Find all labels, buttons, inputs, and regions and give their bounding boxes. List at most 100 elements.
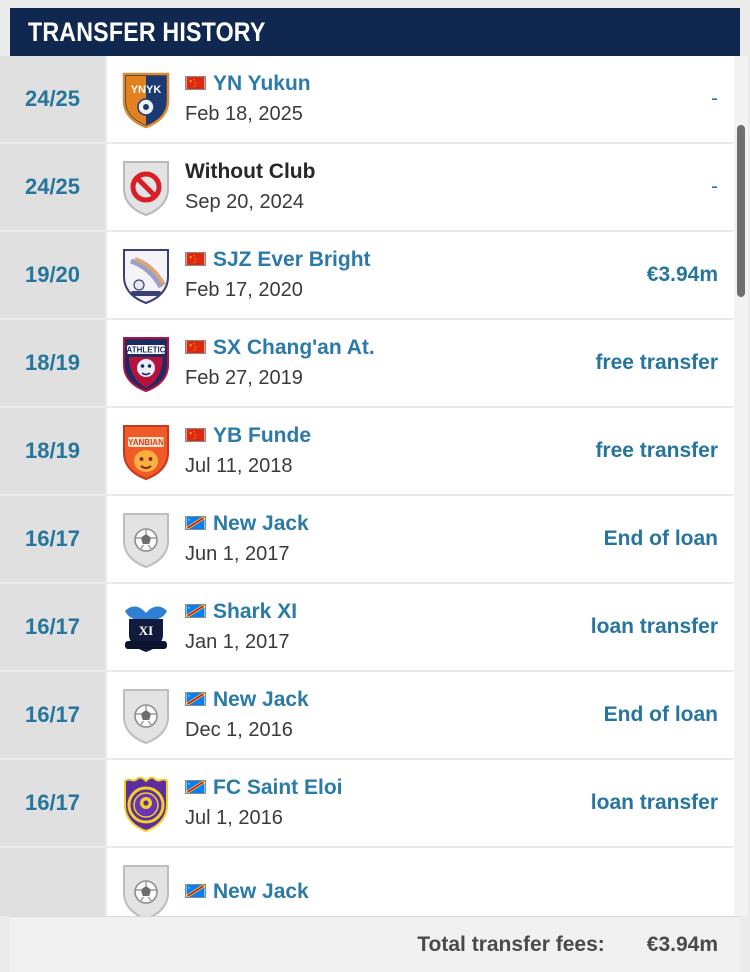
table-row[interactable]: ★ New Jack	[0, 848, 750, 916]
transfer-row-body: ★ New Jack Dec 1, 2016 End of loan	[107, 672, 740, 758]
scrollbar-thumb[interactable]	[737, 124, 745, 297]
club-line: ★ New Jack	[185, 513, 604, 534]
svg-text:YANBIAN: YANBIAN	[128, 438, 164, 447]
club-name-link[interactable]: New Jack	[213, 881, 309, 902]
svg-text:★: ★	[189, 78, 193, 83]
generic-ball-crest[interactable]	[107, 685, 185, 745]
club-line: ★ ★ ★ ★ ★ YN Yukun	[185, 73, 711, 94]
table-row[interactable]: 18/19 YANBIAN ★ ★ ★ ★ ★ YB Funde Jul 11, 2018 fre…	[0, 408, 750, 494]
transfer-fee: End of loan	[603, 703, 718, 726]
transfer-date: Feb 17, 2020	[185, 278, 303, 301]
svg-text:★: ★	[193, 261, 195, 264]
yn-yukun-crest[interactable]: YNYK	[107, 69, 185, 129]
flag-dr-congo-icon: ★	[185, 780, 206, 794]
season-cell: 16/17	[0, 760, 105, 846]
season-cell: 19/20	[0, 232, 105, 318]
table-row[interactable]: 16/17 ★ New Jack Dec 1, 2016 End of loan	[0, 672, 750, 758]
transfer-table: 24/25 YNYK ★ ★ ★ ★ ★ YN Yukun Feb 18, 2025-24/25…	[0, 56, 750, 916]
table-row[interactable]: 24/25 YNYK ★ ★ ★ ★ ★ YN Yukun Feb 18, 2025 -	[0, 56, 750, 142]
page-title: TRANSFER HISTORY	[28, 16, 266, 47]
svg-text:★: ★	[195, 83, 197, 86]
svg-text:★: ★	[195, 347, 197, 350]
season-cell: 16/17	[0, 672, 105, 758]
club-line: Without Club	[185, 161, 711, 182]
club-line: ★ ★ ★ ★ ★ SX Chang'an At.	[185, 337, 595, 358]
table-row[interactable]: 18/19 ATHLETIC ★ ★ ★ ★ ★ SX Chang'an At. Feb 27,…	[0, 320, 750, 406]
club-info: ★ ★ ★ ★ ★ YN Yukun Feb 18, 2025	[185, 73, 711, 126]
club-name-link: Without Club	[185, 159, 316, 183]
table-row[interactable]: 16/17 ★ New Jack Jun 1, 2017 End of loan	[0, 496, 750, 582]
transfer-row-body: ★ ★ ★ ★ ★ SJZ Ever Bright Feb 17, 2020 €3.94m	[107, 232, 740, 318]
svg-text:XI: XI	[139, 623, 153, 638]
svg-text:★: ★	[195, 257, 197, 260]
club-info: ★ ★ ★ ★ ★ SJZ Ever Bright Feb 17, 2020	[185, 249, 647, 302]
club-name-link[interactable]: SJZ Ever Bright	[213, 249, 371, 270]
club-line: ★ New Jack	[185, 881, 718, 902]
flag-china-icon: ★ ★ ★ ★ ★	[185, 428, 206, 442]
club-info: ★ FC Saint Eloi Jul 1, 2016	[185, 777, 591, 830]
transfer-row-body: YANBIAN ★ ★ ★ ★ ★ YB Funde Jul 11, 2018 free tra…	[107, 408, 740, 494]
svg-text:★: ★	[189, 430, 193, 435]
club-name-link[interactable]: New Jack	[213, 689, 309, 710]
club-name-link[interactable]: YB Funde	[213, 425, 311, 446]
generic-ball-crest[interactable]	[107, 861, 185, 916]
transfer-date: Sep 20, 2024	[185, 190, 304, 213]
transfer-date: Jul 1, 2016	[185, 806, 283, 829]
club-info: ★ New Jack Dec 1, 2016	[185, 689, 604, 742]
transfer-row-body: ★ New Jack	[107, 848, 740, 916]
svg-text:★: ★	[193, 431, 195, 434]
sjz-ever-bright-crest[interactable]	[107, 245, 185, 305]
svg-text:★: ★	[193, 79, 195, 82]
season-cell	[0, 848, 105, 916]
flag-dr-congo-icon: ★	[185, 604, 206, 618]
transfer-fee: free transfer	[595, 439, 718, 462]
club-name-link[interactable]: New Jack	[213, 513, 309, 534]
club-info: ★ ★ ★ ★ ★ YB Funde Jul 11, 2018	[185, 425, 595, 478]
total-fees-label: Total transfer fees:	[417, 932, 605, 956]
club-line: ★ FC Saint Eloi	[185, 777, 591, 798]
without-club-crest[interactable]	[107, 157, 185, 217]
transfer-fee: €3.94m	[646, 263, 718, 286]
svg-text:★: ★	[193, 437, 195, 440]
club-name-link[interactable]: Shark XI	[213, 601, 297, 622]
transfer-table-scroll-area[interactable]: 24/25 YNYK ★ ★ ★ ★ ★ YN Yukun Feb 18, 2025-24/25…	[0, 56, 750, 916]
season-cell: 18/19	[0, 320, 105, 406]
transfer-date: Jun 1, 2017	[185, 542, 290, 565]
sx-changan-crest[interactable]: ATHLETIC	[107, 333, 185, 393]
scrollbar[interactable]	[734, 56, 748, 916]
generic-ball-crest[interactable]	[107, 509, 185, 569]
fc-saint-eloi-crest[interactable]	[107, 773, 185, 833]
svg-text:★: ★	[195, 81, 197, 84]
svg-text:★: ★	[193, 343, 195, 346]
club-name-link[interactable]: YN Yukun	[213, 73, 311, 94]
table-row[interactable]: 16/17 ★ FC Saint Eloi Jul 1, 2016 loan trans…	[0, 760, 750, 846]
transfer-row-body: ★ FC Saint Eloi Jul 1, 2016 loan transfer	[107, 760, 740, 846]
transfer-date: Feb 18, 2025	[185, 102, 303, 125]
svg-text:★: ★	[189, 342, 193, 347]
transfer-row-body: Without Club Sep 20, 2024 -	[107, 144, 740, 230]
table-row[interactable]: 24/25 Without Club Sep 20, 2024 -	[0, 144, 750, 230]
yb-funde-crest[interactable]: YANBIAN	[107, 421, 185, 481]
flag-china-icon: ★ ★ ★ ★ ★	[185, 76, 206, 90]
svg-text:★: ★	[195, 433, 197, 436]
total-fees-value: €3.94m	[646, 932, 718, 956]
transfer-row-body: YNYK ★ ★ ★ ★ ★ YN Yukun Feb 18, 2025 -	[107, 56, 740, 142]
table-row[interactable]: 19/20 ★ ★ ★ ★ ★ SJZ Ever Bright Feb 17, 2020 €3.…	[0, 232, 750, 318]
transfer-fee: -	[711, 175, 718, 198]
transfer-date: Jul 11, 2018	[185, 454, 293, 477]
svg-text:★: ★	[193, 85, 195, 88]
svg-text:★: ★	[195, 259, 197, 262]
club-line: ★ ★ ★ ★ ★ YB Funde	[185, 425, 595, 446]
transfer-row-body: XI ★ Shark XI Jan 1, 2017 loan transfer	[107, 584, 740, 670]
transfer-fee: free transfer	[595, 351, 718, 374]
svg-text:★: ★	[193, 349, 195, 352]
club-name-link[interactable]: FC Saint Eloi	[213, 777, 343, 798]
transfer-row-body: ★ New Jack Jun 1, 2017 End of loan	[107, 496, 740, 582]
shark-xi-crest[interactable]: XI	[107, 597, 185, 657]
club-line: ★ ★ ★ ★ ★ SJZ Ever Bright	[185, 249, 647, 270]
widget-header: TRANSFER HISTORY	[10, 8, 740, 56]
club-line: ★ Shark XI	[185, 601, 591, 622]
table-row[interactable]: 16/17 XI ★ Shark XI Jan 1, 2017 loan transfer	[0, 584, 750, 670]
club-name-link[interactable]: SX Chang'an At.	[213, 337, 375, 358]
club-info: ★ New Jack	[185, 881, 718, 902]
